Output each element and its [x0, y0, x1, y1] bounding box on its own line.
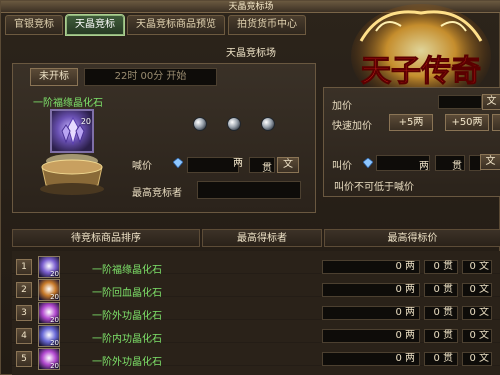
bid-wen-unit: 文 — [277, 157, 299, 173]
row-index-button[interactable]: 5 — [16, 351, 32, 367]
row-price-guan: 0 贯 — [424, 329, 458, 343]
quick-add-more-button[interactable] — [492, 114, 500, 131]
col-header-top-price: 最高得标价 — [324, 229, 500, 247]
row-item-icon[interactable]: 20 — [38, 256, 60, 278]
call-wen-unit: 文 — [480, 154, 500, 170]
pedestal-icon — [40, 154, 104, 195]
table-row[interactable]: 2 20 一阶回血晶化石 0 两 0 贯 0 文 — [12, 279, 500, 301]
row-price-guan: 0 贯 — [424, 352, 458, 366]
row-item-icon[interactable]: 20 — [38, 348, 60, 370]
add-price-input[interactable] — [438, 95, 482, 109]
row-price-liang: 0 两 — [322, 283, 420, 297]
row-price-wen: 0 文 — [462, 283, 492, 297]
col-header-items: 待竞标商品排序 — [12, 229, 200, 247]
money-gem-icon — [173, 158, 183, 168]
item-quantity: 20 — [80, 117, 91, 126]
call-liang-unit: 两 — [419, 161, 429, 172]
call-guan-unit: 贯 — [452, 161, 462, 172]
row-price-wen: 0 文 — [462, 329, 492, 343]
add-price-label: 加价 — [332, 101, 352, 112]
circle-button-3[interactable] — [261, 117, 275, 131]
row-price-wen: 0 文 — [462, 352, 492, 366]
start-time-display: 22时 00分 开始 — [84, 68, 217, 86]
row-item-quantity: 20 — [50, 362, 59, 370]
table-row[interactable]: 5 20 一阶外功晶化石 0 两 0 贯 0 文 — [12, 348, 500, 370]
row-price-wen: 0 文 — [462, 306, 492, 320]
row-item-icon[interactable]: 20 — [38, 279, 60, 301]
table-row[interactable]: 4 20 一阶内功晶化石 0 两 0 贯 0 文 — [12, 325, 500, 347]
bid-label: 喊价 — [132, 161, 152, 172]
logo-title: 天子传奇 — [361, 54, 481, 89]
tab-tianjing-bid[interactable]: 天晶竞标 — [65, 14, 125, 36]
money-gem-icon-2 — [363, 158, 373, 168]
quick-add-5-button[interactable]: +5两 — [389, 114, 433, 131]
tab-currency-center[interactable]: 拍货货币中心 — [228, 15, 306, 35]
row-item-quantity: 20 — [50, 339, 59, 347]
tab-bar: 官银竞标 天晶竞标 天晶竞标商品预览 拍货货币中心 — [5, 14, 306, 36]
quick-add-50-button[interactable]: +50两 — [445, 114, 489, 131]
row-price-liang: 0 两 — [322, 306, 420, 320]
call-price-note: 叫价不可低于喊价 — [334, 182, 414, 193]
top-bidder-label: 最高竞标者 — [132, 188, 182, 199]
table-row[interactable]: 1 20 一阶福缘晶化石 0 两 0 贯 0 文 — [12, 256, 500, 278]
row-price-liang: 0 两 — [322, 260, 420, 274]
circle-button-1[interactable] — [193, 117, 207, 131]
bid-liang-unit: 两 — [233, 158, 243, 169]
row-price-guan: 0 贯 — [424, 283, 458, 297]
row-index-button[interactable]: 1 — [16, 259, 32, 275]
call-price-label: 叫价 — [332, 161, 352, 172]
row-price-guan: 0 贯 — [424, 260, 458, 274]
col-header-top-bidder: 最高得标者 — [202, 229, 322, 247]
row-item-quantity: 20 — [50, 270, 59, 278]
add-price-unit: 文 — [482, 94, 500, 110]
row-item-name: 一阶福缘晶化石 — [92, 265, 162, 276]
table-header: 待竞标商品排序 最高得标者 最高得标价 — [12, 229, 500, 247]
row-price-liang: 0 两 — [322, 329, 420, 343]
row-price-liang: 0 两 — [322, 352, 420, 366]
row-price-wen: 0 文 — [462, 260, 492, 274]
row-index-button[interactable]: 3 — [16, 305, 32, 321]
row-index-button[interactable]: 4 — [16, 328, 32, 344]
row-item-name: 一阶回血晶化石 — [92, 288, 162, 299]
row-item-name: 一阶外功晶化石 — [92, 357, 162, 368]
table-row[interactable]: 3 20 一阶外功晶化石 0 两 0 贯 0 文 — [12, 302, 500, 324]
tab-guanyin-bid[interactable]: 官银竞标 — [5, 15, 63, 35]
tab-tianjing-preview[interactable]: 天晶竞标商品预览 — [127, 15, 225, 35]
auction-window: 天晶竞标场 官银竞标 天晶竞标 天晶竞标商品预览 拍货货币中心 天晶竞标场 天子… — [0, 0, 500, 375]
row-item-icon[interactable]: 20 — [38, 302, 60, 324]
not-open-button[interactable]: 未开标 — [30, 68, 78, 86]
row-item-icon[interactable]: 20 — [38, 325, 60, 347]
row-item-name: 一阶外功晶化石 — [92, 311, 162, 322]
row-item-quantity: 20 — [50, 316, 59, 324]
quick-add-label: 快速加价 — [332, 121, 372, 132]
current-item-icon[interactable]: 20 — [50, 109, 94, 153]
row-index-button[interactable]: 2 — [16, 282, 32, 298]
current-item-name: 一阶福缘晶化石 — [33, 98, 103, 109]
circle-button-2[interactable] — [227, 117, 241, 131]
bid-guan-unit: 贯 — [262, 163, 272, 174]
row-item-quantity: 20 — [50, 293, 59, 301]
row-item-name: 一阶内功晶化石 — [92, 334, 162, 345]
row-price-guan: 0 贯 — [424, 306, 458, 320]
top-bidder-field — [197, 181, 301, 199]
